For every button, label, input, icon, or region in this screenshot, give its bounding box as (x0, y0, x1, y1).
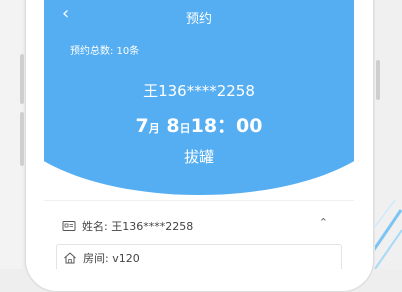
month-unit: 月 (148, 122, 160, 135)
phone-side-button (20, 112, 24, 166)
booking-total: 预约总数: 10条 (70, 46, 140, 57)
phone-side-button (376, 60, 380, 100)
customer-phone: 王136****2258 (143, 82, 255, 100)
app-screen: ‹ 预约 预约总数: 10条 王136****2258 7月 8日18：00 拔… (44, 0, 354, 269)
detail-row-name[interactable]: 姓名: 王136****2258 ⌃ (62, 216, 342, 236)
booking-time: 18：00 (190, 115, 263, 137)
page-title: 预约 (185, 12, 212, 27)
booking-month: 7 (135, 115, 149, 137)
home-icon (64, 251, 76, 263)
booking-day: 8 (166, 115, 180, 137)
background-left (0, 0, 22, 269)
service-name: 拔罐 (183, 148, 214, 166)
booking-datetime: 7月 8日18：00 (44, 111, 354, 138)
id-card-icon (62, 221, 76, 231)
name-label: 姓名: 王136****2258 (82, 220, 194, 233)
detail-row-room: 房间: v120 (56, 244, 342, 269)
room-label: 房间: v120 (83, 251, 140, 265)
chevron-up-icon[interactable]: ⌃ (319, 216, 328, 229)
nav-bar: ‹ 预约 (44, 0, 354, 32)
divider (44, 200, 354, 201)
phone-side-button (20, 54, 24, 104)
day-unit: 日 (179, 122, 191, 135)
